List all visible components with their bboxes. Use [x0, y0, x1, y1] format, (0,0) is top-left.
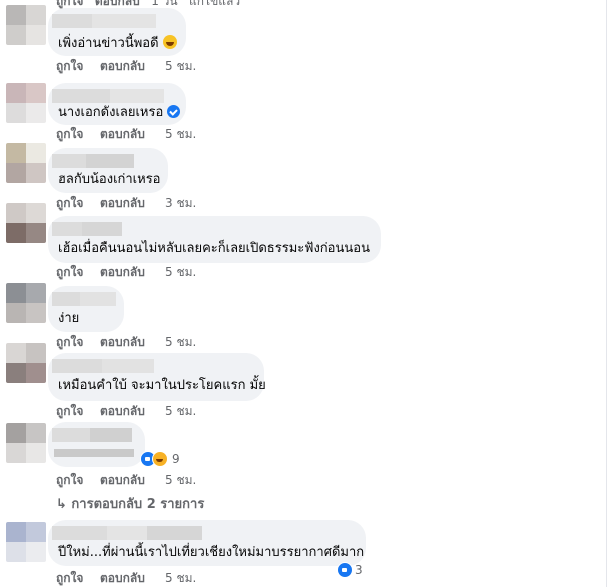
comment-time[interactable]: 5 ชม.: [165, 265, 196, 279]
reply-link[interactable]: ตอบกลับ: [100, 404, 145, 418]
reaction-count: 9: [172, 452, 180, 466]
like-link[interactable]: ถูกใจ: [56, 571, 83, 585]
avatar[interactable]: [6, 5, 46, 45]
comment-bubble: เหมือนคำใบ้ จะมาในประโยคแรก มั้ย: [48, 353, 266, 401]
comment-text-blurred: [54, 449, 134, 457]
like-link[interactable]: ถูกใจ: [56, 127, 83, 141]
comment-text: เฮ้อเมื่อคืนนอนไม่หลับเลยคะก็เลยเปิดธรรม…: [58, 241, 370, 256]
commenter-name-blurred[interactable]: [52, 526, 202, 540]
reaction-count: 3: [355, 563, 363, 577]
like-link[interactable]: ถูกใจ: [56, 59, 83, 73]
comment-bubble: ง่าย: [48, 286, 124, 332]
comment-bubble: นางเอกดังเลยเหรอ: [48, 83, 186, 125]
commenter-name-blurred[interactable]: [52, 14, 156, 28]
comment-bubble: ปีใหม่...ที่ผ่านนี้เราไปเที่ยวเชียงใหม่ม…: [48, 520, 366, 566]
avatar[interactable]: [6, 203, 46, 243]
comment-time[interactable]: 5 ชม.: [165, 335, 196, 349]
comment-bubble: [48, 422, 145, 467]
avatar[interactable]: [6, 343, 46, 383]
comment-text: ง่าย: [58, 311, 80, 326]
commenter-name-blurred[interactable]: [52, 89, 164, 103]
reply-link[interactable]: ตอบกลับ: [100, 473, 145, 487]
commenter-name-blurred[interactable]: [52, 154, 134, 168]
commenter-name-blurred[interactable]: [52, 359, 154, 373]
edited-label[interactable]: แก้ไขแล้ว: [189, 0, 240, 8]
reply-link[interactable]: ตอบกลับ: [100, 59, 145, 73]
like-link[interactable]: ถูกใจ: [56, 0, 83, 8]
comment-bubble: เพิ่งอ่านข่าวนี้พอดี: [48, 8, 186, 56]
like-link[interactable]: ถูกใจ: [56, 196, 83, 210]
reply-link[interactable]: ตอบกลับ: [100, 196, 145, 210]
avatar[interactable]: [6, 522, 46, 562]
laugh-reaction-icon: [152, 451, 168, 467]
reply-link[interactable]: ตอบกลับ: [100, 265, 145, 279]
view-replies-link[interactable]: ↳ การตอบกลับ 2 รายการ: [56, 493, 204, 514]
like-reaction-icon: [337, 562, 353, 578]
comment-text: ฮลกับน้องเก่าเหรอ: [58, 172, 161, 187]
comment-time[interactable]: 5 ชม.: [165, 473, 196, 487]
reply-link[interactable]: ตอบกลับ: [100, 571, 145, 585]
comment-time[interactable]: 5 ชม.: [165, 127, 196, 141]
comment-text: เหมือนคำใบ้ จะมาในประโยคแรก มั้ย: [58, 378, 266, 393]
commenter-name-blurred[interactable]: [52, 222, 122, 236]
comment-bubble: เฮ้อเมื่อคืนนอนไม่หลับเลยคะก็เลยเปิดธรรม…: [48, 216, 381, 263]
commenter-name-blurred[interactable]: [52, 292, 116, 306]
like-link[interactable]: ถูกใจ: [56, 335, 83, 349]
comment-text: นางเอกดังเลยเหรอ: [58, 105, 181, 121]
commenter-name-blurred[interactable]: [52, 428, 132, 442]
verified-badge-icon: [167, 105, 181, 118]
comment-text: ปีใหม่...ที่ผ่านนี้เราไปเที่ยวเชียงใหม่ม…: [58, 545, 365, 560]
comment-time[interactable]: 5 ชม.: [165, 404, 196, 418]
laughing-emoji-icon: [162, 35, 177, 49]
comment-time[interactable]: 1 วัน: [151, 0, 177, 8]
avatar[interactable]: [6, 143, 46, 183]
comment-time[interactable]: 5 ชม.: [165, 59, 196, 73]
comment-time[interactable]: 5 ชม.: [165, 571, 196, 585]
reply-link[interactable]: ตอบกลับ: [95, 0, 140, 8]
like-link[interactable]: ถูกใจ: [56, 265, 83, 279]
comment-text: เพิ่งอ่านข่าวนี้พอดี: [58, 35, 177, 52]
reply-link[interactable]: ตอบกลับ: [100, 127, 145, 141]
avatar[interactable]: [6, 423, 46, 463]
like-link[interactable]: ถูกใจ: [56, 404, 83, 418]
reaction-summary[interactable]: 3: [337, 562, 363, 578]
avatar[interactable]: [6, 83, 46, 123]
like-link[interactable]: ถูกใจ: [56, 473, 83, 487]
reply-link[interactable]: ตอบกลับ: [100, 335, 145, 349]
right-divider: [606, 0, 607, 587]
reaction-summary[interactable]: 9: [140, 451, 184, 467]
avatar[interactable]: [6, 283, 46, 323]
comment-bubble: ฮลกับน้องเก่าเหรอ: [48, 148, 168, 193]
comment-time[interactable]: 3 ชม.: [165, 196, 196, 210]
